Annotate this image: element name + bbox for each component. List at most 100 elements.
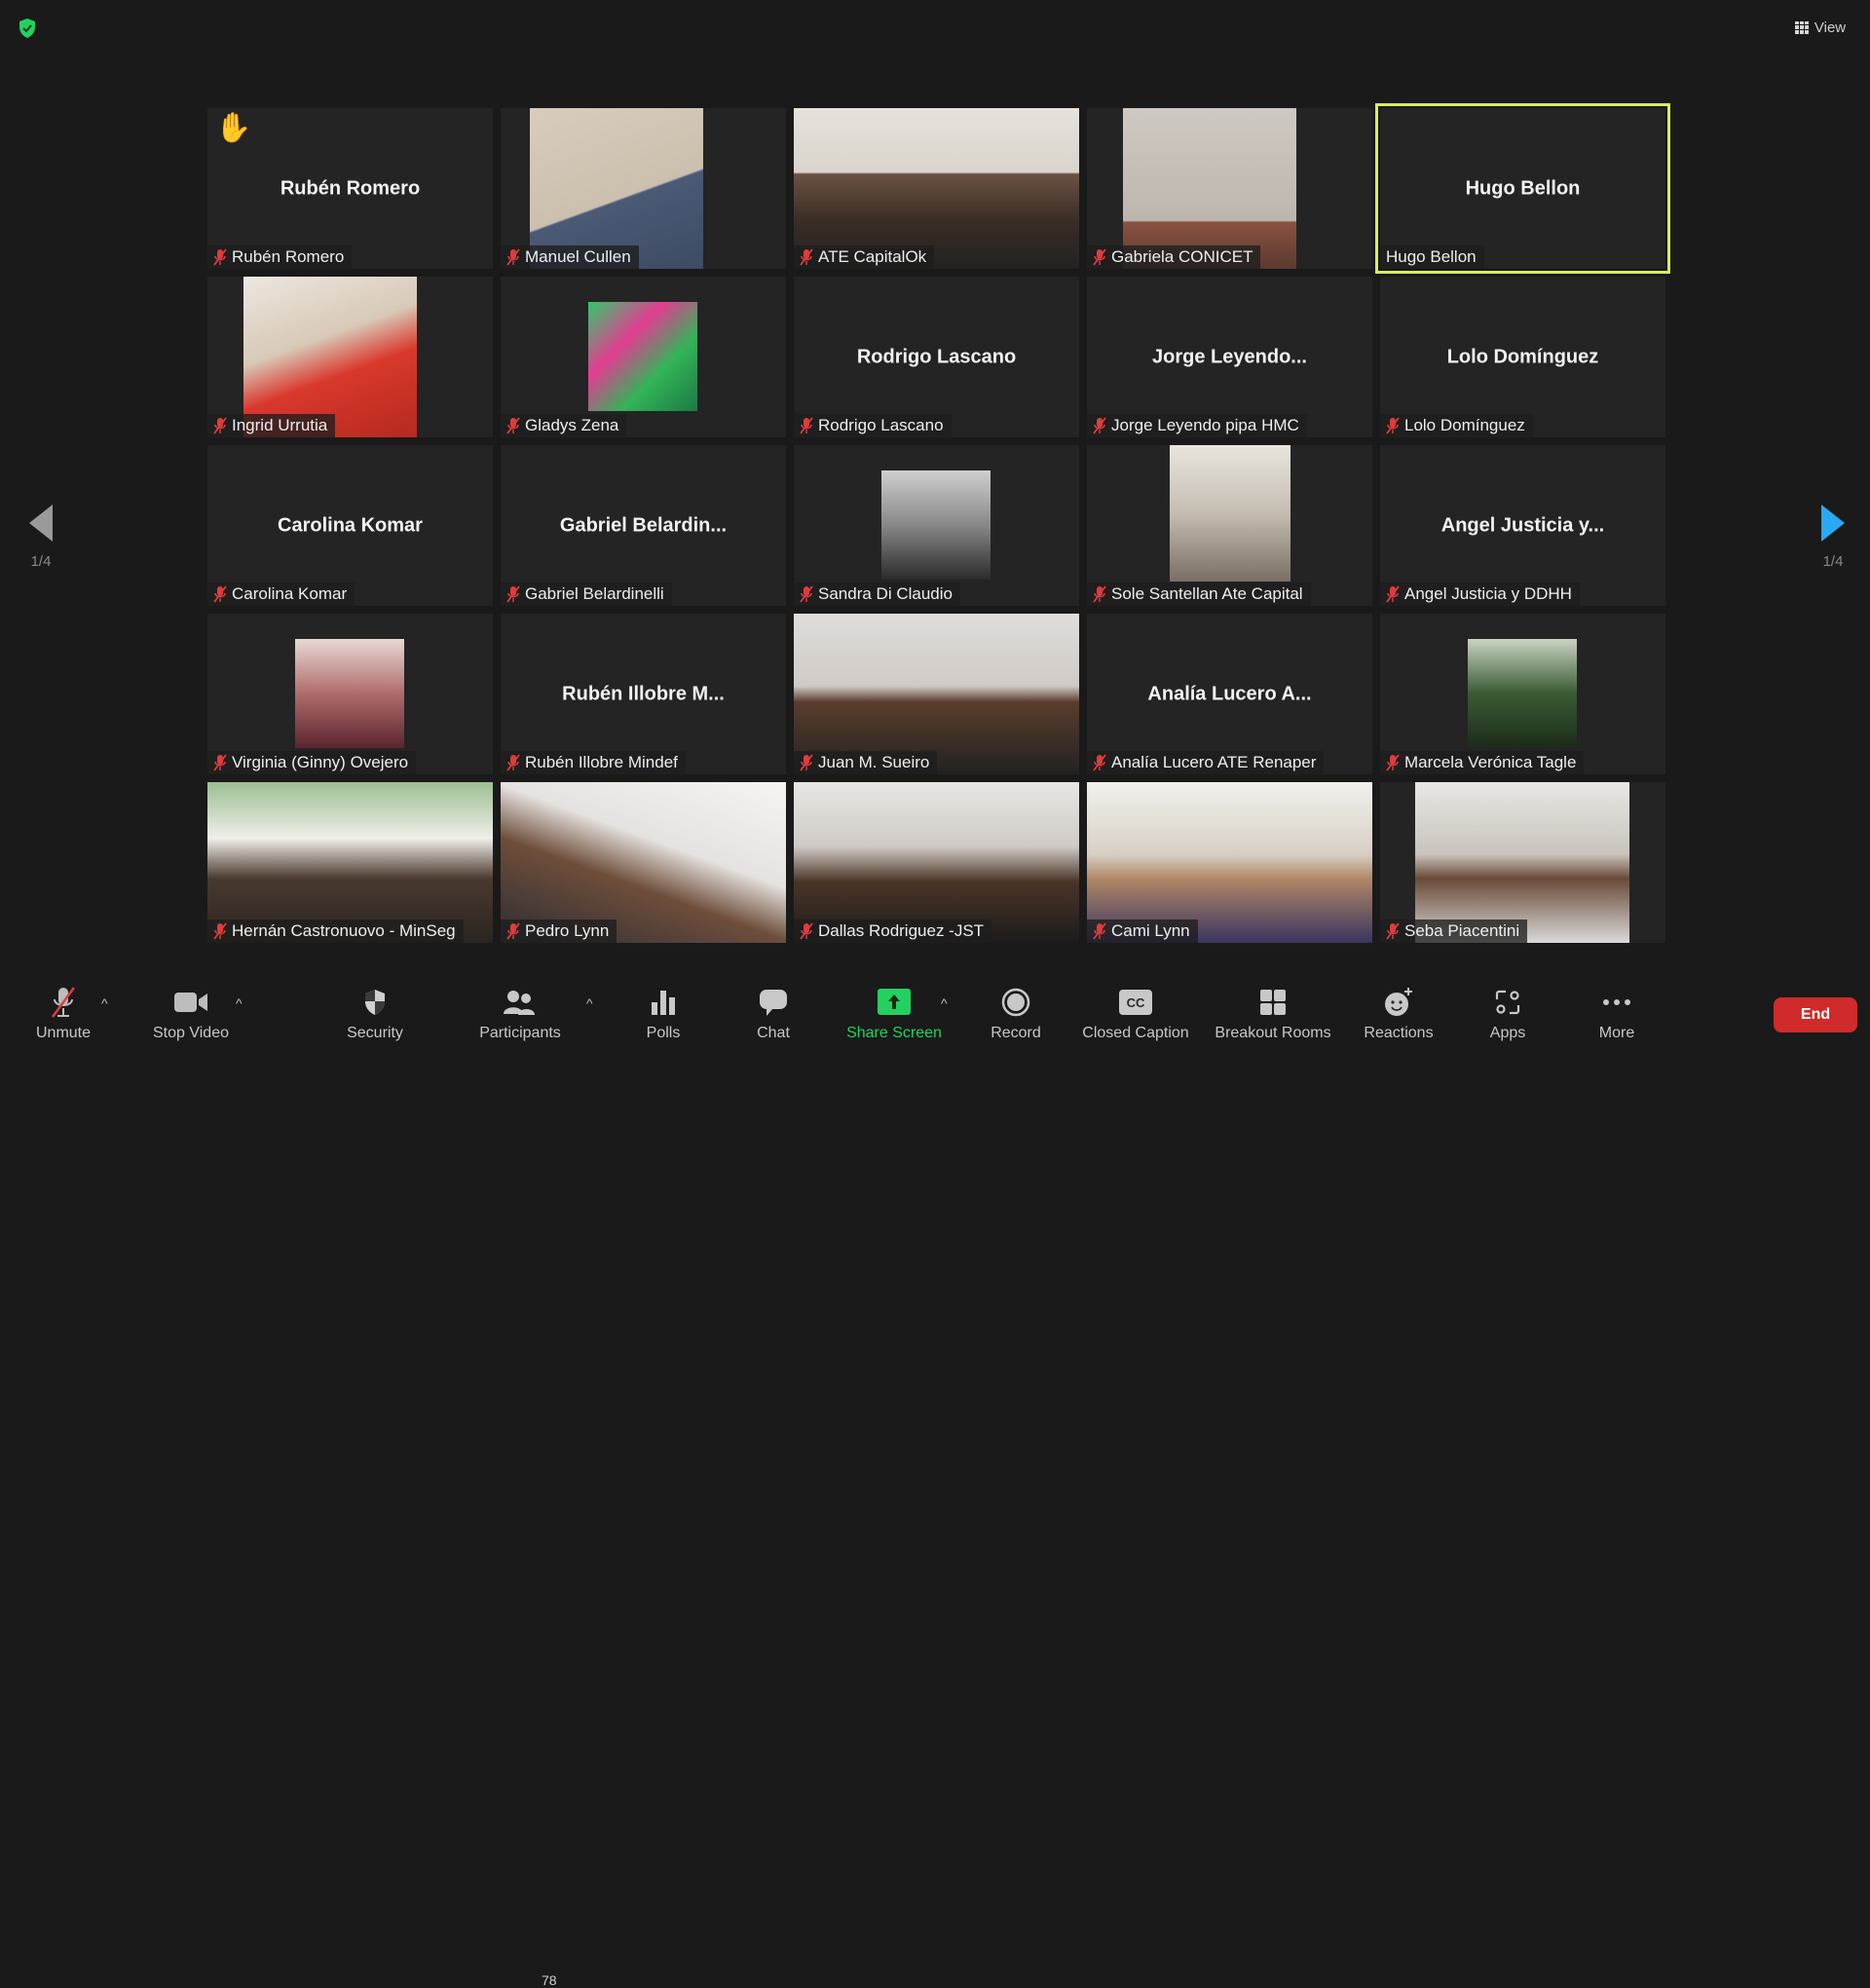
muted-microphone-icon: [1093, 585, 1106, 603]
encryption-shield-icon[interactable]: [18, 18, 37, 39]
participant-tile[interactable]: Gladys Zena: [501, 277, 786, 437]
participant-tile[interactable]: Gabriel Belardin... Gabriel Belardinelli: [501, 445, 786, 606]
stop-video-button[interactable]: Stop Video: [146, 986, 236, 1042]
profile-picture: [295, 639, 404, 748]
share-screen-label: Share Screen: [846, 1025, 942, 1041]
muted-microphone-icon: [213, 248, 227, 266]
participant-tile[interactable]: Ingrid Urrutia: [207, 277, 493, 437]
participant-display-name: Rubén Illobre M...: [562, 683, 725, 704]
muted-microphone-icon: [506, 248, 520, 266]
participant-name-label: Gladys Zena: [501, 414, 627, 437]
profile-picture: [588, 302, 697, 411]
participants-button[interactable]: Participants: [475, 986, 565, 1042]
security-button[interactable]: Security: [341, 986, 409, 1042]
muted-microphone-icon: [1093, 754, 1106, 771]
participant-name: Sole Santellan Ate Capital: [1111, 584, 1303, 603]
polls-button[interactable]: Polls: [633, 986, 693, 1042]
muted-microphone-icon: [1386, 922, 1400, 940]
participant-tile[interactable]: Carolina Komar Carolina Komar: [207, 445, 493, 606]
closed-caption-button[interactable]: CC Closed Caption: [1079, 986, 1192, 1042]
chat-bubble-icon: [759, 986, 788, 1019]
participant-tile[interactable]: Rodrigo Lascano Rodrigo Lascano: [794, 277, 1079, 437]
participant-display-name: Hugo Bellon: [1465, 177, 1581, 199]
participant-tile[interactable]: Lolo Domínguez Lolo Domínguez: [1380, 277, 1665, 437]
participant-tile[interactable]: Pedro Lynn: [501, 782, 786, 943]
participant-tile[interactable]: Rubén Romero ✋ Rubén Romero: [207, 108, 493, 269]
participant-name: Manuel Cullen: [525, 247, 631, 266]
muted-microphone-icon: [506, 417, 520, 434]
chat-button[interactable]: Chat: [743, 986, 804, 1042]
participant-name-label: Seba Piacentini: [1380, 919, 1528, 943]
muted-microphone-icon: [1386, 585, 1400, 603]
participant-display-name: Rubén Romero: [280, 177, 421, 199]
participant-display-name: Carolina Komar: [278, 514, 423, 536]
participant-name-label: Lolo Domínguez: [1380, 414, 1533, 437]
participant-name-label: Jorge Leyendo pipa HMC: [1087, 414, 1307, 437]
participant-tile[interactable]: Hugo Bellon Hugo Bellon: [1375, 103, 1670, 274]
chat-label: Chat: [757, 1025, 790, 1041]
participant-name-label: Sandra Di Claudio: [794, 582, 960, 606]
participant-name-label: Gabriel Belardinelli: [501, 582, 672, 606]
view-button[interactable]: View: [1784, 14, 1856, 41]
participant-tile[interactable]: Gabriela CONICET: [1087, 108, 1372, 269]
participant-tile[interactable]: Hernán Castronuovo - MinSeg: [207, 782, 493, 943]
participant-tile[interactable]: Dallas Rodriguez -JST: [794, 782, 1079, 943]
reactions-button[interactable]: Reactions: [1360, 986, 1438, 1042]
participant-name-label: Juan M. Sueiro: [794, 751, 938, 774]
participant-name: Cami Lynn: [1111, 921, 1190, 940]
audio-options-caret[interactable]: ^: [101, 995, 108, 1011]
participant-name-label: Virginia (Ginny) Ovejero: [207, 751, 417, 774]
participant-name: Hugo Bellon: [1386, 247, 1477, 266]
participant-tile[interactable]: Sole Santellan Ate Capital: [1087, 445, 1372, 606]
previous-page-button[interactable]: 1/4: [12, 505, 70, 570]
participant-name: Angel Justicia y DDHH: [1404, 584, 1572, 603]
participant-tile[interactable]: Manuel Cullen: [501, 108, 786, 269]
participant-tile[interactable]: Jorge Leyendo... Jorge Leyendo pipa HMC: [1087, 277, 1372, 437]
participant-name-label: Hugo Bellon: [1380, 245, 1484, 269]
participant-tile[interactable]: ATE CapitalOk: [794, 108, 1079, 269]
participant-tile[interactable]: Sandra Di Claudio: [794, 445, 1079, 606]
end-meeting-button[interactable]: End: [1774, 997, 1857, 1032]
participant-tile[interactable]: Cami Lynn: [1087, 782, 1372, 943]
participant-name: Analía Lucero ATE Renaper: [1111, 753, 1317, 771]
page-indicator-left: 1/4: [30, 553, 52, 570]
participant-name: Virginia (Ginny) Ovejero: [232, 753, 409, 771]
participant-tile[interactable]: Angel Justicia y... Angel Justicia y DDHH: [1380, 445, 1665, 606]
participant-tile[interactable]: Marcela Verónica Tagle: [1380, 614, 1665, 774]
microphone-muted-icon: [49, 986, 78, 1019]
security-label: Security: [347, 1025, 403, 1041]
reactions-smiley-icon: [1383, 986, 1414, 1019]
share-options-caret[interactable]: ^: [941, 995, 948, 1011]
participant-tile[interactable]: Analía Lucero A... Analía Lucero ATE Rena…: [1087, 614, 1372, 774]
participant-name-label: Marcela Verónica Tagle: [1380, 751, 1585, 774]
muted-microphone-icon: [1093, 417, 1106, 434]
participants-options-caret[interactable]: ^: [586, 995, 593, 1011]
participant-name-label: Pedro Lynn: [501, 919, 617, 943]
participant-name: Hernán Castronuovo - MinSeg: [232, 921, 456, 940]
participant-tile[interactable]: Virginia (Ginny) Ovejero: [207, 614, 493, 774]
muted-microphone-icon: [213, 922, 227, 940]
unmute-button[interactable]: Unmute: [29, 986, 97, 1042]
muted-microphone-icon: [506, 754, 520, 771]
arrow-right-icon: [1821, 505, 1845, 542]
muted-microphone-icon: [506, 922, 520, 940]
participant-tile[interactable]: Juan M. Sueiro: [794, 614, 1079, 774]
share-screen-button[interactable]: Share Screen: [843, 986, 945, 1042]
participant-name-label: Manuel Cullen: [501, 245, 639, 269]
participant-name-label: Gabriela CONICET: [1087, 245, 1261, 269]
participant-name: ATE CapitalOk: [818, 247, 927, 266]
profile-picture: [881, 470, 991, 580]
video-options-caret[interactable]: ^: [236, 995, 243, 1011]
participant-name: Sandra Di Claudio: [818, 584, 953, 603]
participant-tile[interactable]: Rubén Illobre M... Rubén Illobre Mindef: [501, 614, 786, 774]
participant-name-label: Ingrid Urrutia: [207, 414, 336, 437]
participant-name-label: ATE CapitalOk: [794, 245, 935, 269]
breakout-rooms-button[interactable]: Breakout Rooms: [1212, 986, 1334, 1042]
record-button[interactable]: Record: [986, 986, 1046, 1042]
participant-name-label: Hernán Castronuovo - MinSeg: [207, 919, 464, 943]
polls-bar-chart-icon: [651, 986, 676, 1019]
more-button[interactable]: More: [1588, 986, 1646, 1042]
next-page-button[interactable]: 1/4: [1804, 505, 1862, 570]
participant-tile[interactable]: Seba Piacentini: [1380, 782, 1665, 943]
apps-button[interactable]: Apps: [1478, 986, 1537, 1042]
